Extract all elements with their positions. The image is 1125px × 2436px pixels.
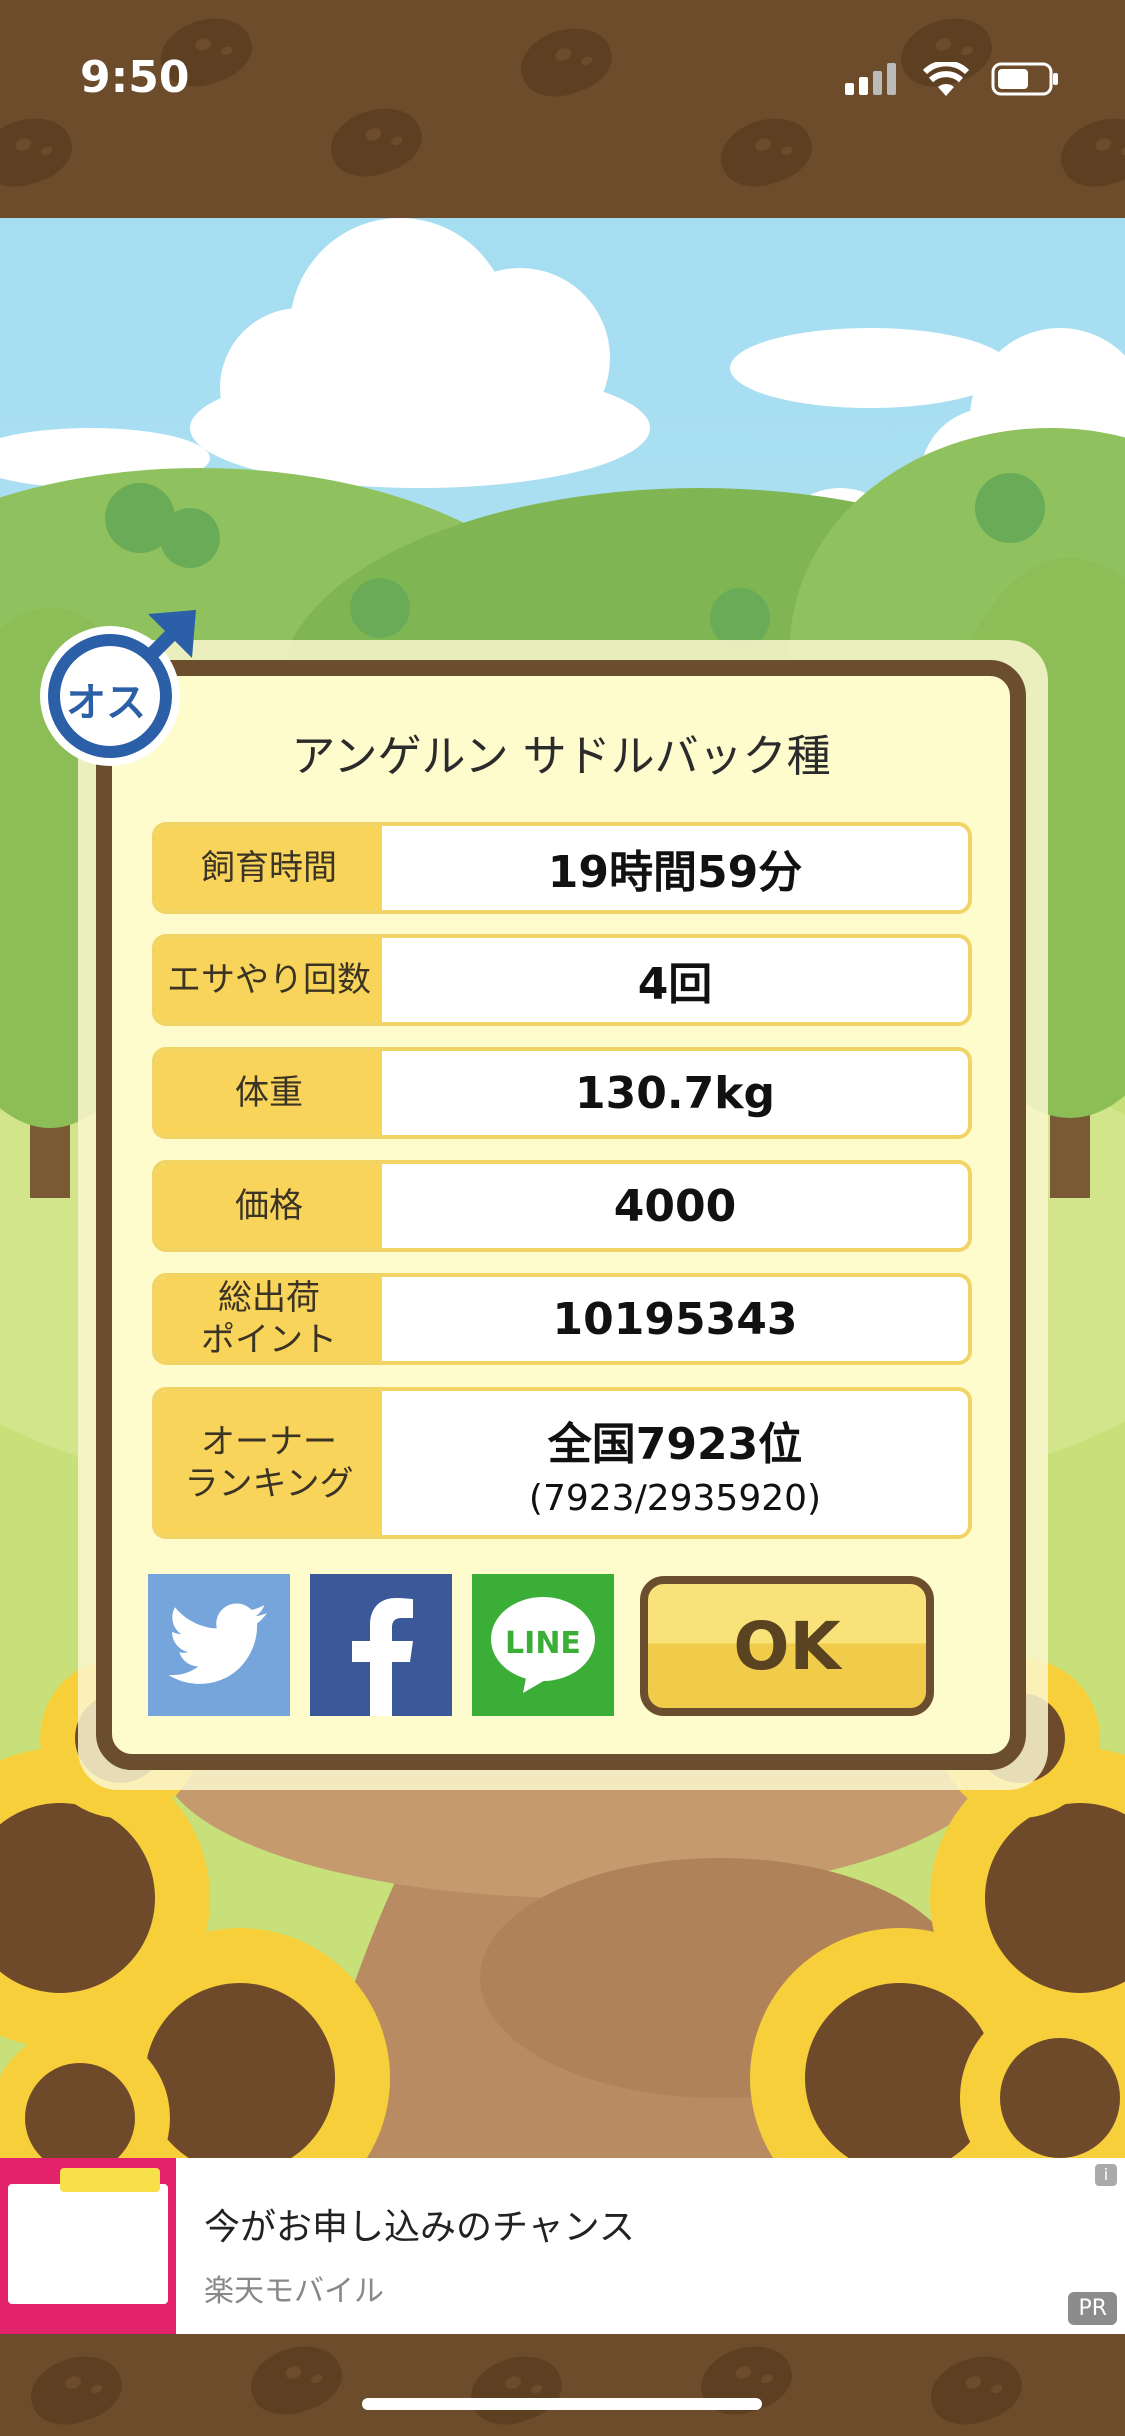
row-label: エサやり回数 bbox=[156, 938, 382, 1022]
row-value-text: 全国7923位 bbox=[547, 1418, 803, 1470]
ad-banner[interactable]: 今がお申し込みのチャンス 楽天モバイル PR i bbox=[0, 2158, 1125, 2334]
row-value-text: 4000 bbox=[613, 1180, 737, 1232]
wifi-icon bbox=[923, 62, 969, 96]
top-pattern-band bbox=[0, 0, 1125, 218]
ad-thumbnail-highlight bbox=[60, 2168, 160, 2192]
ad-info-icon[interactable]: i bbox=[1095, 2164, 1117, 2186]
row-label: 体重 bbox=[156, 1051, 382, 1135]
status-icons bbox=[845, 62, 1059, 96]
row-label: 総出荷 ポイント bbox=[156, 1277, 382, 1361]
row-value-subtext: (7923/2935920) bbox=[528, 1477, 822, 1519]
row-value: 19時間59分 bbox=[382, 826, 968, 910]
line-label: LINE bbox=[505, 1626, 581, 1661]
ok-button[interactable]: OK bbox=[640, 1576, 934, 1716]
home-indicator[interactable] bbox=[362, 2398, 762, 2410]
info-row-weight: 体重 130.7kg bbox=[152, 1047, 972, 1139]
breed-title: アンゲルン サドルバック種 bbox=[291, 731, 831, 782]
battery-icon bbox=[991, 62, 1058, 96]
info-row-price: 価格 4000 bbox=[152, 1160, 972, 1252]
row-value: 130.7kg bbox=[382, 1051, 968, 1135]
row-label: 価格 bbox=[156, 1164, 382, 1248]
info-row-feeding-count: エサやり回数 4回 bbox=[152, 934, 972, 1026]
row-value: 10195343 bbox=[382, 1277, 968, 1361]
facebook-icon bbox=[352, 1598, 413, 1716]
twitter-icon bbox=[169, 1603, 267, 1684]
info-row-owner-ranking: オーナー ランキング 全国7923位 (7923/2935920) bbox=[152, 1387, 972, 1539]
twitter-share-button[interactable] bbox=[148, 1574, 290, 1716]
row-value-text: 10195343 bbox=[552, 1293, 798, 1345]
row-value: 4回 bbox=[382, 938, 968, 1022]
line-share-button[interactable]: LINE bbox=[472, 1574, 614, 1716]
signal-icon bbox=[845, 63, 896, 95]
ad-title: 今がお申し込みのチャンス bbox=[204, 2207, 635, 2248]
row-value: 4000 bbox=[382, 1164, 968, 1248]
ad-thumbnail bbox=[0, 2158, 176, 2334]
info-row-breeding-time: 飼育時間 19時間59分 bbox=[152, 822, 972, 914]
row-value-text: 130.7kg bbox=[575, 1067, 775, 1119]
row-label: オーナー ランキング bbox=[156, 1391, 382, 1535]
ad-pr-badge: PR bbox=[1068, 2292, 1117, 2325]
row-value-text: 4回 bbox=[637, 959, 713, 1010]
ad-thumbnail-panel bbox=[8, 2184, 168, 2304]
ad-advertiser: 楽天モバイル bbox=[204, 2274, 384, 2309]
facebook-share-button[interactable] bbox=[310, 1574, 452, 1716]
row-value: 全国7923位 (7923/2935920) bbox=[382, 1391, 968, 1535]
row-value-text: 19時間59分 bbox=[547, 847, 803, 898]
status-time: 9:50 bbox=[80, 52, 190, 103]
row-label: 飼育時間 bbox=[156, 826, 382, 910]
info-row-shipping-points: 総出荷 ポイント 10195343 bbox=[152, 1273, 972, 1365]
